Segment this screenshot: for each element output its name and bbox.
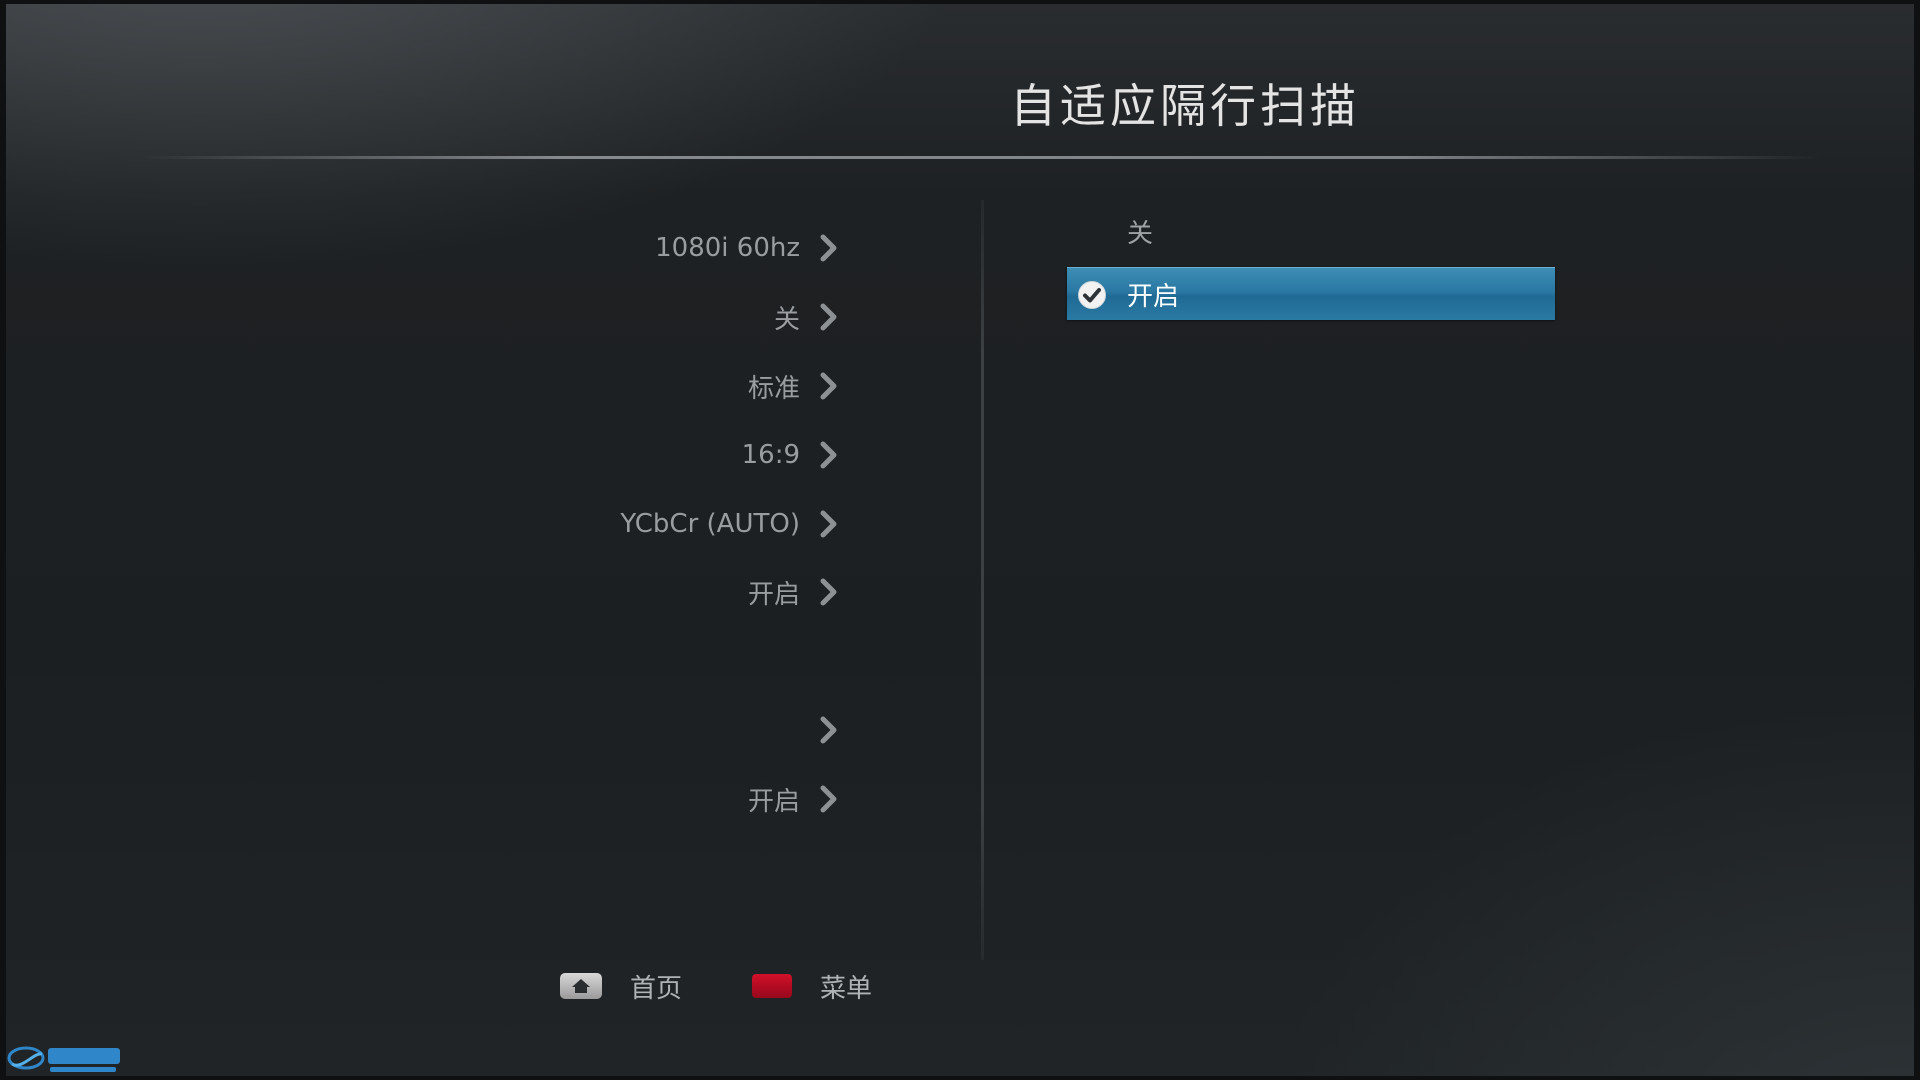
option-label: 开启 xyxy=(1127,281,1180,312)
chevron-right-icon xyxy=(820,716,837,744)
chevron-right-icon xyxy=(820,578,837,606)
panel-divider xyxy=(981,200,984,960)
setting-value: YCbCr (AUTO) xyxy=(620,509,800,539)
chevron-right-icon xyxy=(820,785,837,813)
setting-value: 关 xyxy=(773,304,800,335)
red-key-icon xyxy=(752,974,793,998)
page-title: 自适应隔行扫描 xyxy=(1010,79,1360,133)
setting-row-aspect[interactable]: 16:9 xyxy=(420,427,840,483)
setting-row-resolution[interactable]: 1080i 60hz xyxy=(420,220,840,276)
setting-row-6[interactable]: 开启 xyxy=(420,564,840,620)
setting-row-2[interactable]: 关 xyxy=(420,289,840,345)
setting-row-color-space[interactable]: YCbCr (AUTO) xyxy=(420,496,840,552)
chevron-right-icon xyxy=(820,372,837,400)
setting-value: 开启 xyxy=(747,786,800,817)
home-hint[interactable]: 首页 xyxy=(560,968,682,1005)
settings-screen: 自适应隔行扫描 1080i 60hz 关 标准 16:9 YCbCr (AUTO… xyxy=(0,0,1920,1080)
chevron-right-icon xyxy=(820,303,837,331)
options-panel: 关 开启 xyxy=(1067,205,1555,320)
setting-value: 16:9 xyxy=(741,440,800,470)
chevron-right-icon xyxy=(820,234,837,262)
menu-label: 菜单 xyxy=(820,973,873,1004)
setting-value: 1080i 60hz xyxy=(655,233,800,263)
option-off[interactable]: 关 xyxy=(1067,205,1555,257)
chevron-right-icon xyxy=(820,441,837,469)
watermark-logo xyxy=(7,1046,120,1072)
title-divider xyxy=(140,156,1820,159)
chevron-right-icon xyxy=(820,510,837,538)
setting-row-8[interactable] xyxy=(420,702,840,758)
screen-border xyxy=(0,0,1920,1080)
menu-hint[interactable]: 菜单 xyxy=(752,968,872,1005)
home-icon xyxy=(560,973,602,999)
setting-value: 标准 xyxy=(747,373,800,404)
setting-row-3[interactable]: 标准 xyxy=(420,358,840,414)
check-circle-icon xyxy=(1078,281,1106,309)
home-label: 首页 xyxy=(630,973,683,1004)
option-label: 关 xyxy=(1127,218,1154,249)
option-on-selected[interactable]: 开启 xyxy=(1067,267,1555,320)
setting-row-7[interactable] xyxy=(420,633,840,689)
setting-value: 开启 xyxy=(747,579,800,610)
footer-hints: 首页 菜单 xyxy=(560,962,942,1010)
setting-row-9[interactable]: 开启 xyxy=(420,771,840,827)
